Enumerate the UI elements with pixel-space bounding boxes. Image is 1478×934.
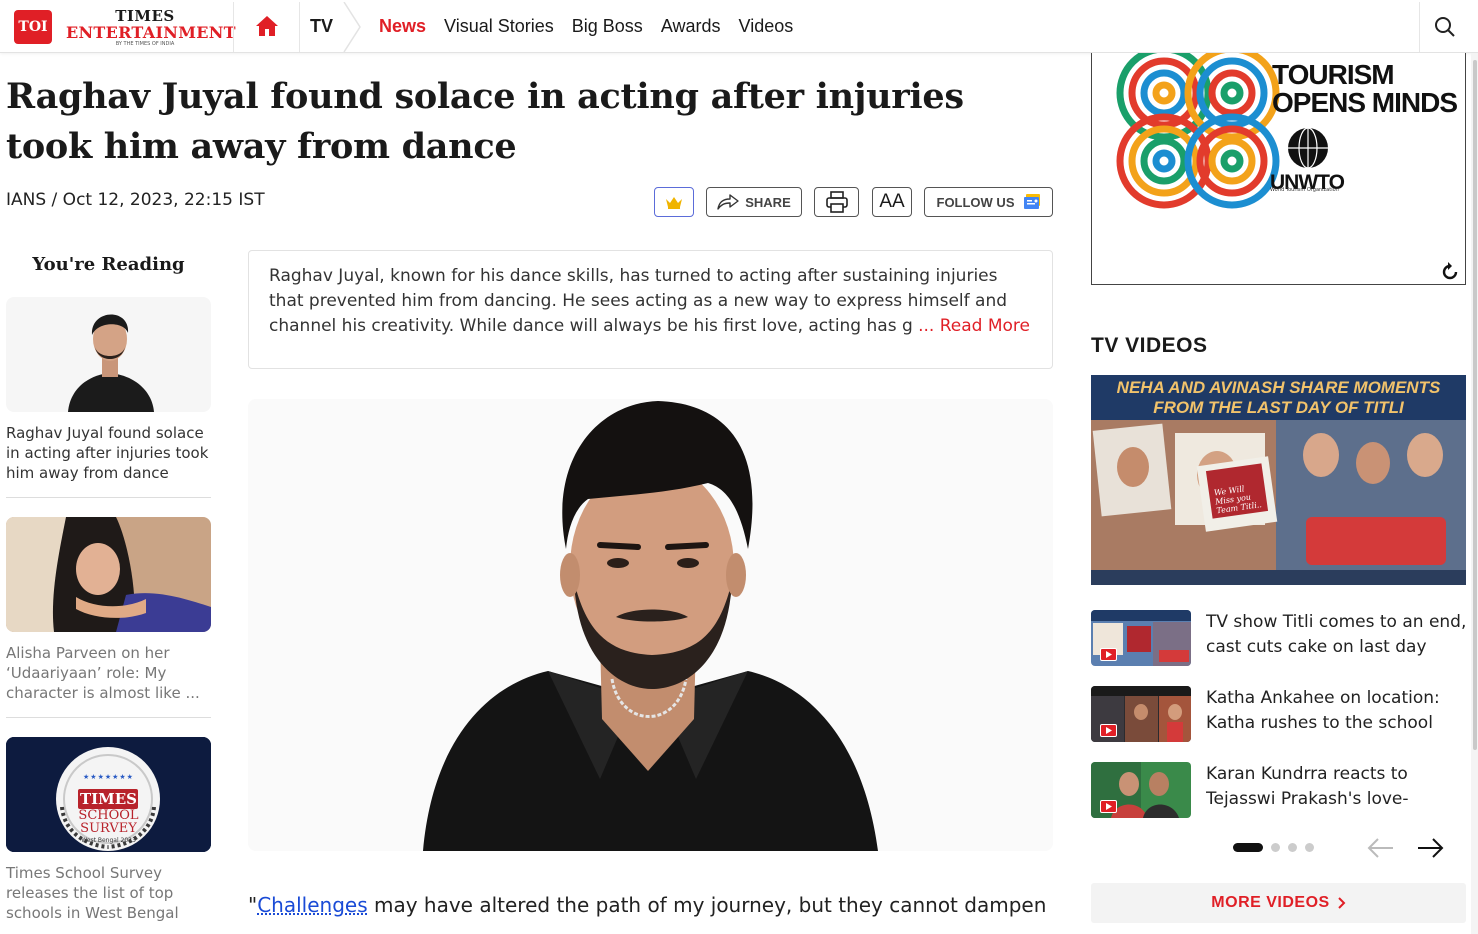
featured-video[interactable]: NEHA AND AVINASH SHARE MOMENTS FROM THE … — [1091, 375, 1466, 585]
rail-item-title[interactable]: Raghav Juyal found solace in acting afte… — [6, 423, 211, 483]
play-icon — [1100, 800, 1117, 813]
crown-icon — [666, 197, 682, 209]
rail-thumbnail: ★★★★★★★ TIMES SCHOOL SURVEY West Bengal … — [6, 737, 211, 852]
ad-headline-2: OPENS MINDS — [1272, 87, 1458, 118]
featured-video-banner: NEHA AND AVINASH SHARE MOMENTS FROM THE … — [1091, 375, 1466, 420]
rail-item-current[interactable]: Raghav Juyal found solace in acting afte… — [6, 297, 211, 483]
survey-badge-line1: TIMES — [79, 790, 138, 808]
section-nav: News Visual Stories Big Boss Awards Vide… — [379, 16, 811, 37]
rail-item[interactable]: Alisha Parveen on her ‘Udaariyaan’ role:… — [6, 517, 211, 703]
play-icon — [1100, 724, 1117, 737]
nav-divider — [299, 2, 300, 52]
ad-headline-1: TOURISM — [1272, 59, 1395, 90]
youre-reading-heading: You're Reading — [32, 254, 185, 275]
nav-item-videos[interactable]: Videos — [739, 16, 794, 37]
search-icon — [1434, 17, 1455, 37]
carousel-pager — [1233, 843, 1314, 852]
play-icon — [1100, 648, 1117, 661]
advertisement[interactable]: TOURISM OPENS MINDS UNWTO World Tourism … — [1091, 53, 1466, 285]
video-list-item[interactable]: Karan Kundrra reacts to Tejasswi Prakash… — [1091, 762, 1471, 820]
rail-thumbnail — [6, 297, 211, 412]
rail-divider — [6, 497, 211, 498]
nav-divider — [233, 2, 234, 52]
toi-logo[interactable]: TOI — [14, 10, 52, 44]
featured-banner-line-2: FROM THE LAST DAY OF TITLI — [1153, 398, 1404, 417]
premium-button[interactable] — [654, 187, 694, 217]
brand-line-1: TIMES — [115, 7, 175, 25]
article-title: Raghav Juyal found solace in acting afte… — [6, 76, 964, 167]
article-hero-image — [248, 399, 1053, 851]
ad-org-sub: World Tourism Organization — [1270, 187, 1339, 193]
pager-dot[interactable] — [1288, 843, 1297, 852]
pager-dot-active[interactable] — [1233, 843, 1263, 852]
search-button[interactable] — [1419, 2, 1469, 52]
follow-us-button[interactable]: FOLLOW US — [924, 187, 1053, 217]
nav-item-big-boss[interactable]: Big Boss — [572, 16, 643, 37]
nav-item-visual-stories[interactable]: Visual Stories — [444, 16, 554, 37]
article-summary: Raghav Juyal, known for his dance skills… — [248, 250, 1053, 369]
home-icon[interactable] — [254, 14, 280, 38]
quote-mark: " — [248, 893, 258, 917]
challenges-link[interactable]: Challenges — [257, 893, 367, 917]
article-first-paragraph: "Challenges may have altered the path of… — [248, 893, 1053, 917]
pager-dot[interactable] — [1305, 843, 1314, 852]
follow-label: FOLLOW US — [936, 194, 1015, 210]
section-tab-tv[interactable]: TV — [310, 16, 333, 37]
read-more-link[interactable]: ... Read More — [914, 314, 1030, 339]
top-navigation: TOI TIMES ENTERTAINMENT BY THE TIMES OF … — [0, 0, 1478, 53]
times-entertainment-logo[interactable]: TIMES ENTERTAINMENT BY THE TIMES OF INDI… — [66, 7, 236, 47]
chevron-right-icon — [342, 1, 362, 53]
article-byline: IANS / Oct 12, 2023, 22:15 IST — [6, 190, 265, 210]
featured-banner-line-1: NEHA AND AVINASH SHARE MOMENTS — [1116, 378, 1441, 397]
google-news-icon — [1023, 194, 1040, 209]
tv-videos-heading: TV VIDEOS — [1091, 334, 1208, 357]
share-icon — [717, 194, 739, 210]
ad-refresh-icon[interactable] — [1439, 261, 1461, 283]
video-title[interactable]: Katha Ankahee on location: Katha rushes … — [1206, 686, 1468, 736]
printer-icon — [825, 191, 848, 213]
quote-text: may have altered the path of my journey,… — [367, 893, 1047, 917]
rail-divider — [6, 717, 211, 718]
rail-item-title[interactable]: Times School Survey releases the list of… — [6, 863, 211, 923]
font-size-button[interactable]: AA — [872, 187, 912, 217]
share-label: SHARE — [745, 194, 791, 210]
scrollbar-thumb[interactable] — [1473, 60, 1477, 750]
video-title[interactable]: Karan Kundrra reacts to Tejasswi Prakash… — [1206, 762, 1468, 812]
brand-line-2: ENTERTAINMENT — [66, 23, 236, 42]
rail-item-title[interactable]: Alisha Parveen on her ‘Udaariyaan’ role:… — [6, 643, 211, 703]
nav-item-awards[interactable]: Awards — [661, 16, 721, 37]
survey-badge-line3: SURVEY — [80, 821, 137, 836]
more-videos-button[interactable]: MORE VIDEOS — [1091, 883, 1466, 923]
share-button[interactable]: SHARE — [706, 187, 802, 217]
print-button[interactable] — [814, 187, 859, 217]
rail-item[interactable]: ★★★★★★★ TIMES SCHOOL SURVEY West Bengal … — [6, 737, 211, 923]
chevron-right-icon — [1337, 897, 1346, 909]
survey-stars: ★★★★★★★ — [83, 773, 134, 781]
rail-thumbnail — [6, 517, 211, 632]
survey-badge-line4: West Bengal 2023 — [81, 837, 136, 844]
arrow-left-icon[interactable] — [1366, 836, 1396, 860]
video-list-item[interactable]: TV show Titli comes to an end, cast cuts… — [1091, 610, 1471, 668]
video-list-item[interactable]: Katha Ankahee on location: Katha rushes … — [1091, 686, 1471, 744]
pager-dot[interactable] — [1271, 843, 1280, 852]
arrow-right-icon[interactable] — [1415, 836, 1445, 860]
nav-item-news[interactable]: News — [379, 16, 426, 37]
more-videos-label: MORE VIDEOS — [1211, 894, 1330, 911]
video-title[interactable]: TV show Titli comes to an end, cast cuts… — [1206, 610, 1468, 660]
